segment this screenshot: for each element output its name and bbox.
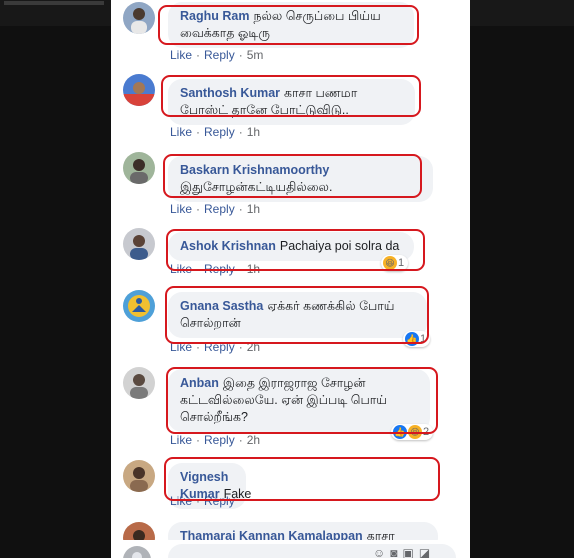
like-link[interactable]: Like bbox=[170, 48, 192, 62]
avatar[interactable] bbox=[123, 152, 155, 184]
like-link[interactable]: Like bbox=[170, 125, 192, 139]
like-link[interactable]: Like bbox=[170, 202, 192, 216]
highlight-box bbox=[166, 367, 438, 434]
composer-icons: ☺◙▣◪ bbox=[373, 546, 435, 558]
comment-time[interactable]: 1h bbox=[247, 202, 260, 216]
comment-time[interactable]: 5m bbox=[247, 48, 264, 62]
like-link[interactable]: Like bbox=[170, 433, 192, 447]
avatar[interactable] bbox=[123, 367, 155, 399]
gif-icon[interactable]: ▣ bbox=[403, 546, 419, 558]
highlight-box bbox=[165, 286, 429, 344]
reply-link[interactable]: Reply bbox=[204, 125, 235, 139]
highlight-box bbox=[163, 154, 422, 198]
avatar bbox=[123, 546, 151, 558]
highlight-box bbox=[158, 5, 419, 45]
avatar[interactable] bbox=[123, 2, 155, 34]
comment-time[interactable]: 2h bbox=[247, 433, 260, 447]
comment-actions: Like · Reply · 1h bbox=[170, 202, 261, 216]
avatar[interactable] bbox=[123, 74, 155, 106]
highlight-box bbox=[164, 457, 440, 501]
reply-link[interactable]: Reply bbox=[204, 202, 235, 216]
avatar[interactable] bbox=[123, 228, 155, 260]
reply-link[interactable]: Reply bbox=[204, 433, 235, 447]
highlight-box bbox=[166, 229, 425, 271]
top-bar-blur bbox=[4, 1, 104, 5]
comment-actions: Like · Reply · 1h bbox=[170, 125, 261, 139]
emoji-icon[interactable]: ☺ bbox=[373, 546, 390, 558]
comment-actions: Like · Reply · 5m bbox=[170, 48, 264, 62]
avatar[interactable] bbox=[123, 290, 155, 322]
comment-time[interactable]: 1h bbox=[247, 125, 260, 139]
comment-actions: Like · Reply · 2h bbox=[170, 433, 261, 447]
avatar[interactable] bbox=[123, 460, 155, 492]
reply-link[interactable]: Reply bbox=[204, 48, 235, 62]
highlight-box bbox=[161, 75, 421, 117]
comments-panel: Raghu Ram நல்ல செருப்பை பிய்ய வைக்காத ஓடி… bbox=[111, 0, 470, 558]
sticker-icon[interactable]: ◪ bbox=[419, 546, 435, 558]
comment-composer: ☺◙▣◪ bbox=[111, 540, 456, 558]
camera-icon[interactable]: ◙ bbox=[390, 546, 402, 558]
